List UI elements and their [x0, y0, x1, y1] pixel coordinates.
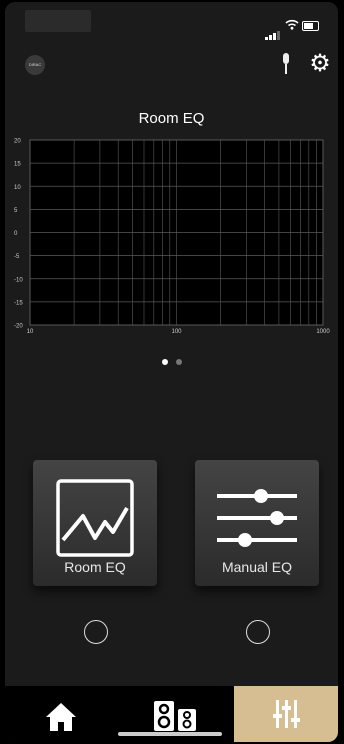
- room-eq-button-label: Room EQ: [64, 559, 126, 575]
- chart-x-tick: 10: [27, 329, 34, 335]
- status-bar-time-redacted: [25, 10, 91, 32]
- nav-home[interactable]: [5, 686, 116, 742]
- chart-title: Room EQ: [138, 110, 205, 127]
- manual-eq-sliders-icon: [217, 489, 297, 547]
- manual-eq-button-label: Manual EQ: [221, 559, 293, 575]
- chart-y-tick: 10: [14, 185, 21, 191]
- app-screen: DIRAC ⚙ Room EQ 20 15 10 5 0 -5 -10 -15 -20 10 100…: [5, 2, 338, 742]
- equalizer-sliders-icon: [273, 700, 300, 728]
- wifi-icon: [285, 19, 299, 33]
- chart-y-tick: -5: [14, 254, 20, 260]
- chart-y-tick: 20: [14, 139, 21, 145]
- cellular-signal-icon: [265, 22, 281, 40]
- room-eq-icon: [56, 479, 134, 557]
- page-dot[interactable]: [175, 359, 182, 365]
- top-bar: DIRAC ⚙: [5, 48, 338, 80]
- manual-eq-button[interactable]: Manual EQ: [195, 460, 319, 586]
- chart-y-tick: 15: [14, 162, 21, 168]
- chart-y-tick: 5: [14, 208, 18, 214]
- battery-icon: [302, 21, 319, 31]
- brand-logo-text: DIRAC: [28, 62, 42, 67]
- page-dot-active[interactable]: [161, 359, 168, 365]
- chart-y-tick: -10: [14, 277, 23, 283]
- home-indicator: [118, 732, 222, 736]
- microphone-icon[interactable]: [279, 52, 293, 76]
- room-eq-button[interactable]: Room EQ: [33, 460, 157, 586]
- status-bar: [5, 2, 338, 42]
- room-eq-chart[interactable]: 20 15 10 5 0 -5 -10 -15 -20 10 100 1000: [5, 130, 338, 355]
- room-eq-radio[interactable]: [84, 620, 108, 644]
- chart-x-tick: 1000: [316, 329, 330, 335]
- gear-icon[interactable]: ⚙: [307, 51, 333, 77]
- chart-x-tick: 100: [171, 329, 182, 335]
- chart-y-tick: -15: [14, 300, 23, 306]
- chart-y-tick: 0: [14, 231, 18, 237]
- home-icon: [46, 703, 76, 731]
- brand-logo[interactable]: DIRAC: [25, 55, 45, 75]
- chart-y-tick: -20: [14, 324, 23, 330]
- speakers-icon: [154, 701, 196, 731]
- page-indicator[interactable]: [5, 352, 338, 370]
- manual-eq-radio[interactable]: [246, 620, 270, 644]
- nav-equalizer-active[interactable]: [234, 686, 338, 742]
